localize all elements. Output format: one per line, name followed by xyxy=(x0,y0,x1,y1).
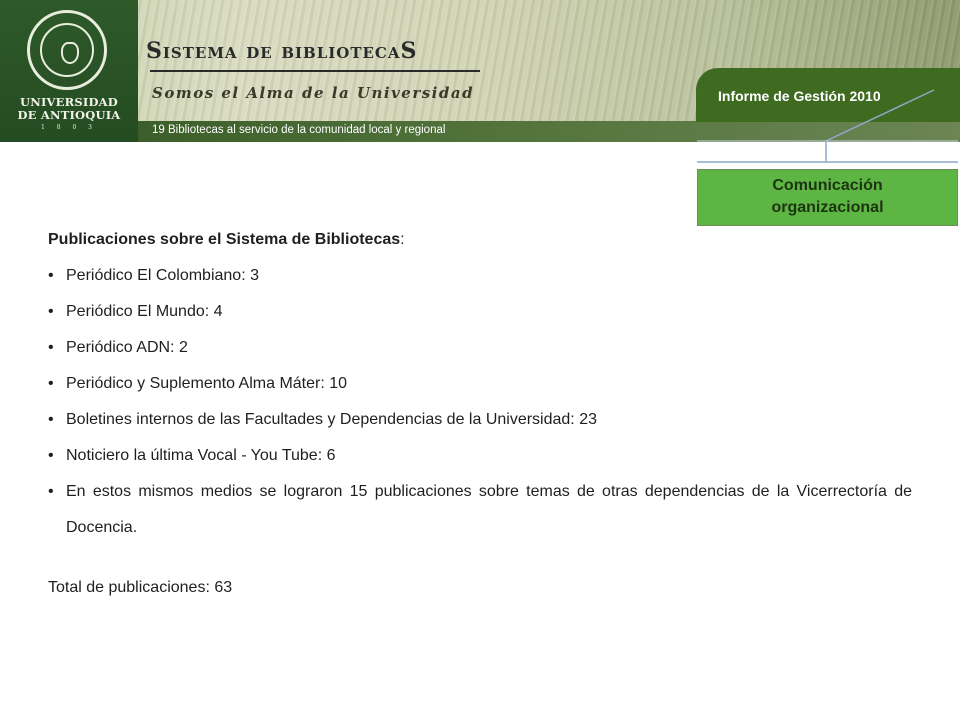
list-item: En estos mismos medios se lograron 15 pu… xyxy=(48,474,912,546)
publication-list: Periódico El Colombiano: 3 Periódico El … xyxy=(48,266,912,546)
list-item: Periódico El Colombiano: 3 xyxy=(48,266,912,286)
list-item: Periódico ADN: 2 xyxy=(48,338,912,358)
system-subtitle: Somos el Alma de la Universidad xyxy=(152,84,475,102)
main-content: Publicaciones sobre el Sistema de Biblio… xyxy=(48,230,912,614)
university-logo: UNIVERSIDAD DE ANTIOQUIA 1 8 0 3 xyxy=(0,0,138,142)
section-title-line2: organizacional xyxy=(771,199,884,216)
section-title-box: Comunicación organizacional xyxy=(697,169,958,226)
content-heading: Publicaciones sobre el Sistema de Biblio… xyxy=(48,231,405,248)
title-divider xyxy=(150,70,480,72)
section-title-line1: Comunicación xyxy=(772,177,883,194)
university-seal-icon xyxy=(27,10,107,90)
total-publications: Total de publicaciones: 63 xyxy=(48,579,233,596)
system-title: Sistema de bibliotecaS xyxy=(146,38,418,64)
university-name: UNIVERSIDAD DE ANTIOQUIA xyxy=(17,95,121,122)
university-year: 1 8 0 3 xyxy=(41,124,97,131)
list-item: Periódico El Mundo: 4 xyxy=(48,302,912,322)
list-item: Noticiero la última Vocal - You Tube: 6 xyxy=(48,446,912,466)
list-item: Periódico y Suplemento Alma Máter: 10 xyxy=(48,374,912,394)
banner-strip-text: 19 Bibliotecas al servicio de la comunid… xyxy=(152,124,446,136)
report-label: Informe de Gestión 2010 xyxy=(718,88,881,104)
list-item: Boletines internos de las Facultades y D… xyxy=(48,410,912,430)
